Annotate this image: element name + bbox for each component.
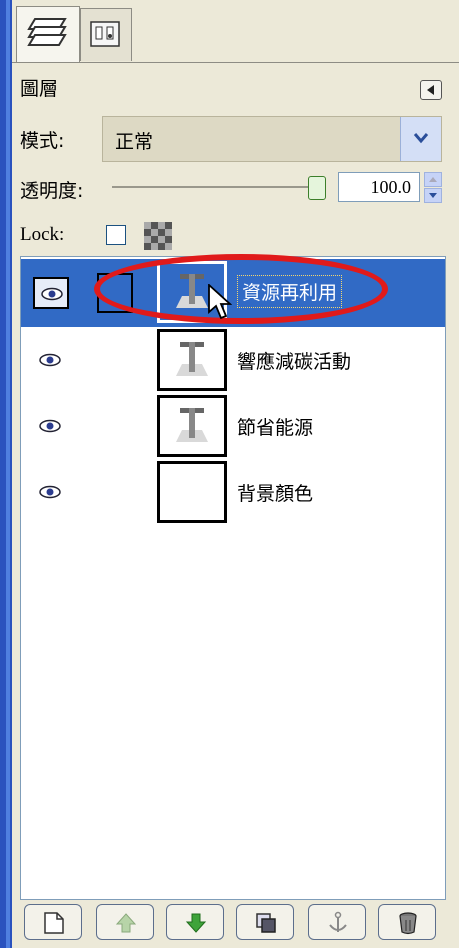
text-layer-icon xyxy=(176,408,208,442)
text-layer-icon xyxy=(176,342,208,376)
tabs-divider xyxy=(12,62,459,63)
new-layer-button[interactable] xyxy=(24,904,82,940)
lower-layer-icon xyxy=(185,913,207,933)
channels-icon xyxy=(90,21,120,47)
window-left-border-inner xyxy=(6,0,10,948)
layer-thumbnail xyxy=(157,329,227,391)
eye-icon xyxy=(39,419,61,433)
mode-label: 模式: xyxy=(20,130,65,152)
visibility-toggle[interactable] xyxy=(33,345,69,377)
tab-channels[interactable] xyxy=(80,8,132,61)
visibility-toggle[interactable] xyxy=(33,277,69,309)
panel-title: 圖層 xyxy=(20,78,59,100)
layer-thumbnail xyxy=(157,395,227,457)
opacity-input[interactable]: 100.0 xyxy=(338,172,420,202)
eye-icon xyxy=(39,353,61,367)
raise-layer-button[interactable] xyxy=(96,904,154,940)
new-layer-icon xyxy=(44,912,64,934)
opacity-slider-track[interactable] xyxy=(112,186,320,188)
mode-dropdown-button[interactable] xyxy=(400,117,441,161)
duplicate-layer-icon xyxy=(256,913,276,933)
delete-layer-icon xyxy=(399,912,417,935)
spin-up-button[interactable] xyxy=(424,172,442,187)
layer-name[interactable]: 節省能源 xyxy=(237,413,313,440)
raise-layer-icon xyxy=(115,913,137,933)
opacity-slider-handle[interactable] xyxy=(308,176,326,200)
dock-tabs xyxy=(12,0,459,64)
layers-stack-icon xyxy=(27,18,67,46)
panel-menu-icon xyxy=(427,85,434,95)
highlight-ring xyxy=(94,254,388,324)
lock-alpha-icon[interactable] xyxy=(144,222,172,250)
arrow-up-icon xyxy=(429,177,437,182)
eye-icon xyxy=(41,287,63,301)
layer-toolbar xyxy=(20,900,444,944)
visibility-toggle[interactable] xyxy=(33,477,69,509)
layer-name[interactable]: 背景顏色 xyxy=(237,479,313,506)
arrow-down-icon xyxy=(429,193,437,198)
panel-menu-button[interactable] xyxy=(420,80,442,100)
opacity-label: 透明度: xyxy=(20,180,84,202)
opacity-spinner[interactable] xyxy=(424,172,442,204)
anchor-layer-icon xyxy=(329,911,347,932)
layer-list[interactable]: 資源再利用 響應減碳活動 節省能源 背景顏色 xyxy=(20,256,446,900)
eye-icon xyxy=(39,485,61,499)
delete-layer-button[interactable] xyxy=(378,904,436,940)
anchor-layer-button[interactable] xyxy=(308,904,366,940)
mode-select[interactable]: 正常 xyxy=(102,116,442,162)
layer-thumbnail xyxy=(157,461,227,523)
lock-pixels-checkbox[interactable] xyxy=(106,225,126,245)
layer-row[interactable]: 響應減碳活動 xyxy=(21,327,445,395)
lower-layer-button[interactable] xyxy=(166,904,224,940)
mouse-cursor-icon xyxy=(208,284,232,320)
spin-down-button[interactable] xyxy=(424,188,442,203)
mode-value: 正常 xyxy=(115,131,154,153)
layer-row[interactable]: 節省能源 xyxy=(21,393,445,461)
layer-row[interactable]: 背景顏色 xyxy=(21,459,445,527)
visibility-toggle[interactable] xyxy=(33,411,69,443)
duplicate-layer-button[interactable] xyxy=(236,904,294,940)
lock-label: Lock: xyxy=(20,224,65,245)
chevron-down-icon xyxy=(413,133,429,144)
layer-name[interactable]: 響應減碳活動 xyxy=(237,347,351,374)
tab-layers[interactable] xyxy=(16,6,80,63)
